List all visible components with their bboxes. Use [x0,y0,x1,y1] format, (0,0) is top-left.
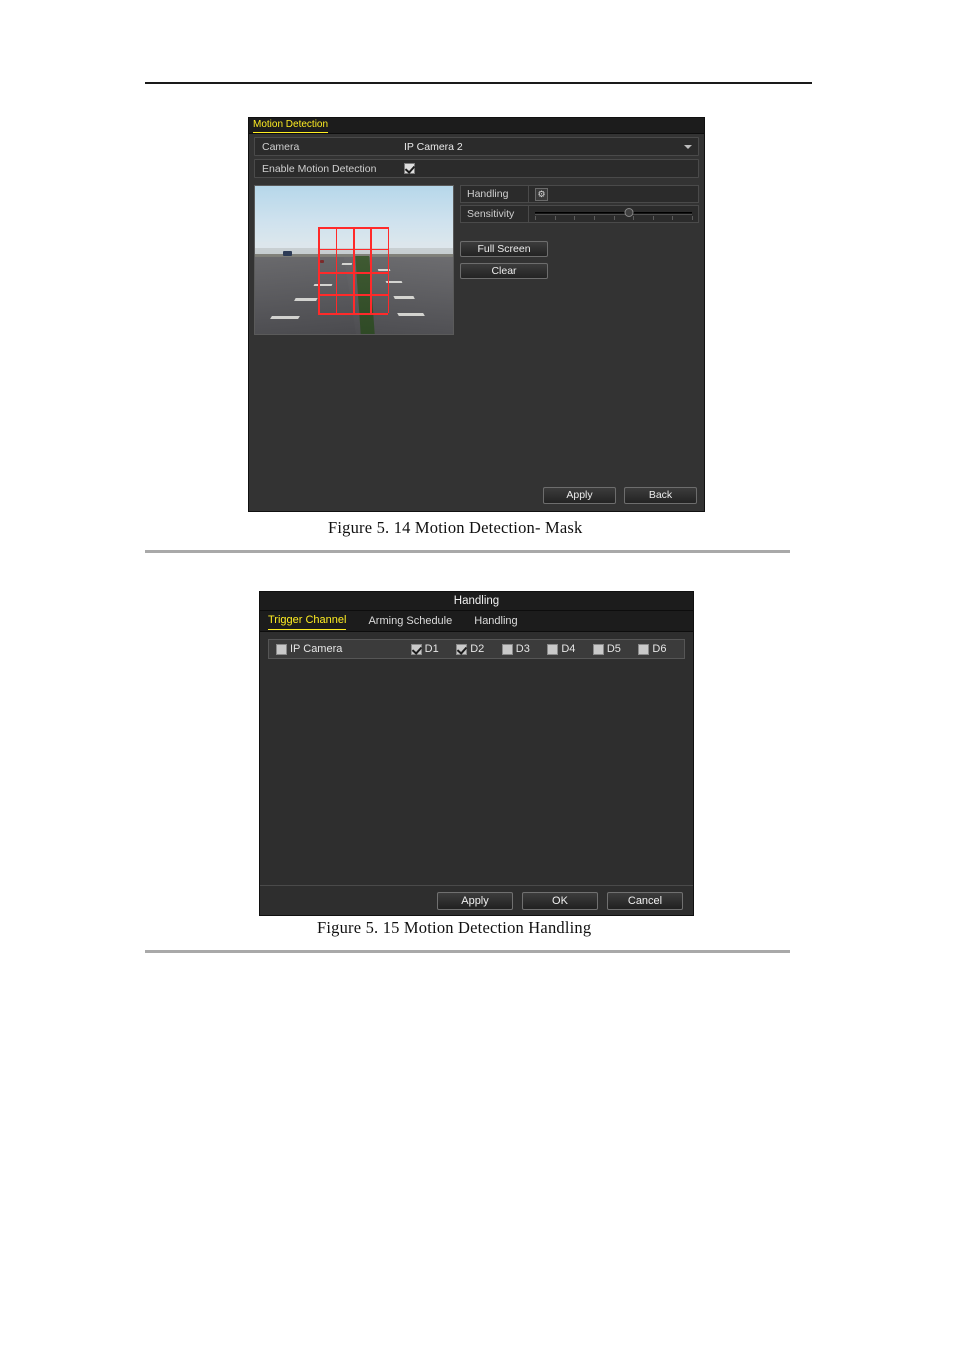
channel-d5-checkbox[interactable] [592,643,604,655]
mask-grid-line [318,313,388,315]
camera-select-value: IP Camera 2 [404,140,463,153]
figure-separator-rule-1 [145,550,790,553]
ip-camera-label: IP Camera [290,643,343,655]
mask-grid-line [387,227,390,314]
mask-grid-line [318,272,388,274]
enable-motion-detection-value [400,160,698,177]
channel-d3-checkbox[interactable] [501,643,513,655]
handling-titlebar: Handling [260,592,693,611]
motion-detection-title: Motion Detection [253,118,329,133]
channel-d4[interactable]: D4 [547,643,593,655]
figure-caption-515: Figure 5. 15 Motion Detection Handling [317,918,592,937]
sensitivity-slider-knob[interactable] [624,208,634,217]
preview-lane-mark [396,313,425,317]
handling-dialog: Handling Trigger Channel Arming Schedule… [259,591,694,916]
motion-detection-controls: Handling ⚙ Sensitivity Full Screen Clear [460,185,699,335]
chevron-down-icon [684,144,692,149]
preview-lane-mark [392,295,415,299]
channel-d6-label: D6 [652,643,667,655]
channel-d2-label: D2 [470,643,485,655]
sensitivity-slider[interactable] [535,207,693,221]
page-header-rule [145,82,812,84]
handling-tabs: Trigger Channel Arming Schedule Handling [260,611,693,632]
channel-d1[interactable]: D1 [410,643,457,655]
mask-grid-line [353,227,355,314]
figure-caption-514: Figure 5. 14 Motion Detection- Mask [328,518,583,537]
channel-d2[interactable]: D2 [456,643,502,655]
mask-grid-line [318,227,388,229]
channel-d3[interactable]: D3 [501,643,548,655]
handling-label: Handling [461,186,529,202]
ip-camera-checkbox[interactable] [276,643,287,655]
channel-d2-checkbox[interactable] [456,643,468,655]
camera-select[interactable]: IP Camera 2 [400,138,698,155]
ip-camera-group[interactable]: IP Camera [276,643,411,655]
enable-motion-detection-label: Enable Motion Detection [262,162,377,175]
sensitivity-row: Sensitivity [460,205,699,223]
motion-mask-grid[interactable] [318,227,390,315]
handling-apply-button[interactable]: Apply [437,891,513,910]
preview-vehicle [282,251,292,257]
channel-d1-checkbox[interactable] [410,643,422,655]
handling-value: ⚙ [529,186,698,202]
camera-row: Camera IP Camera 2 [254,137,699,156]
gear-icon[interactable]: ⚙ [535,187,548,201]
clear-button[interactable]: Clear [460,263,548,279]
motion-detection-footer: Apply Back [543,487,697,504]
sensitivity-label: Sensitivity [461,206,529,222]
back-button[interactable]: Back [624,487,697,504]
mask-grid-line [318,227,320,314]
mask-grid-line [370,227,372,314]
channel-d4-checkbox[interactable] [547,643,559,655]
channel-d4-label: D4 [561,643,576,655]
tab-trigger-channel[interactable]: Trigger Channel [268,612,347,630]
mask-grid-line [318,248,388,251]
tab-handling[interactable]: Handling [474,613,517,629]
channel-d5[interactable]: D5 [592,643,639,655]
handling-ok-button[interactable]: OK [522,891,598,910]
preview-lane-mark [269,316,300,320]
trigger-channel-row: IP Camera D1 D2 D3 D4 D5 D6 [268,639,685,659]
full-screen-button[interactable]: Full Screen [460,241,548,257]
handling-cancel-button[interactable]: Cancel [607,891,683,910]
motion-detection-titlebar: Motion Detection [249,118,704,134]
motion-detection-dialog: Motion Detection Camera IP Camera 2 Enab… [248,117,705,512]
channel-d5-label: D5 [606,643,621,655]
enable-motion-detection-checkbox[interactable] [404,163,415,174]
channel-d6-checkbox[interactable] [638,643,650,655]
mask-grid-line [335,227,338,314]
mask-grid-line [318,294,388,296]
channel-d3-label: D3 [515,643,530,655]
sensitivity-slider-track [535,212,692,215]
figure-separator-rule-2 [145,950,790,953]
sensitivity-value [529,206,698,222]
camera-label: Camera [262,140,300,153]
motion-detection-body: Handling ⚙ Sensitivity Full Screen Clear [254,185,699,335]
handling-footer: Apply OK Cancel [260,885,693,915]
handling-content: IP Camera D1 D2 D3 D4 D5 D6 [260,632,693,659]
camera-preview-mask-area[interactable] [254,185,454,335]
handling-row: Handling ⚙ [460,185,699,203]
apply-button[interactable]: Apply [543,487,616,504]
channel-d6[interactable]: D6 [638,643,684,655]
tab-arming-schedule[interactable]: Arming Schedule [368,613,452,629]
channel-d1-label: D1 [424,643,439,655]
enable-motion-detection-row: Enable Motion Detection [254,159,699,178]
sensitivity-slider-ticks [535,216,693,220]
